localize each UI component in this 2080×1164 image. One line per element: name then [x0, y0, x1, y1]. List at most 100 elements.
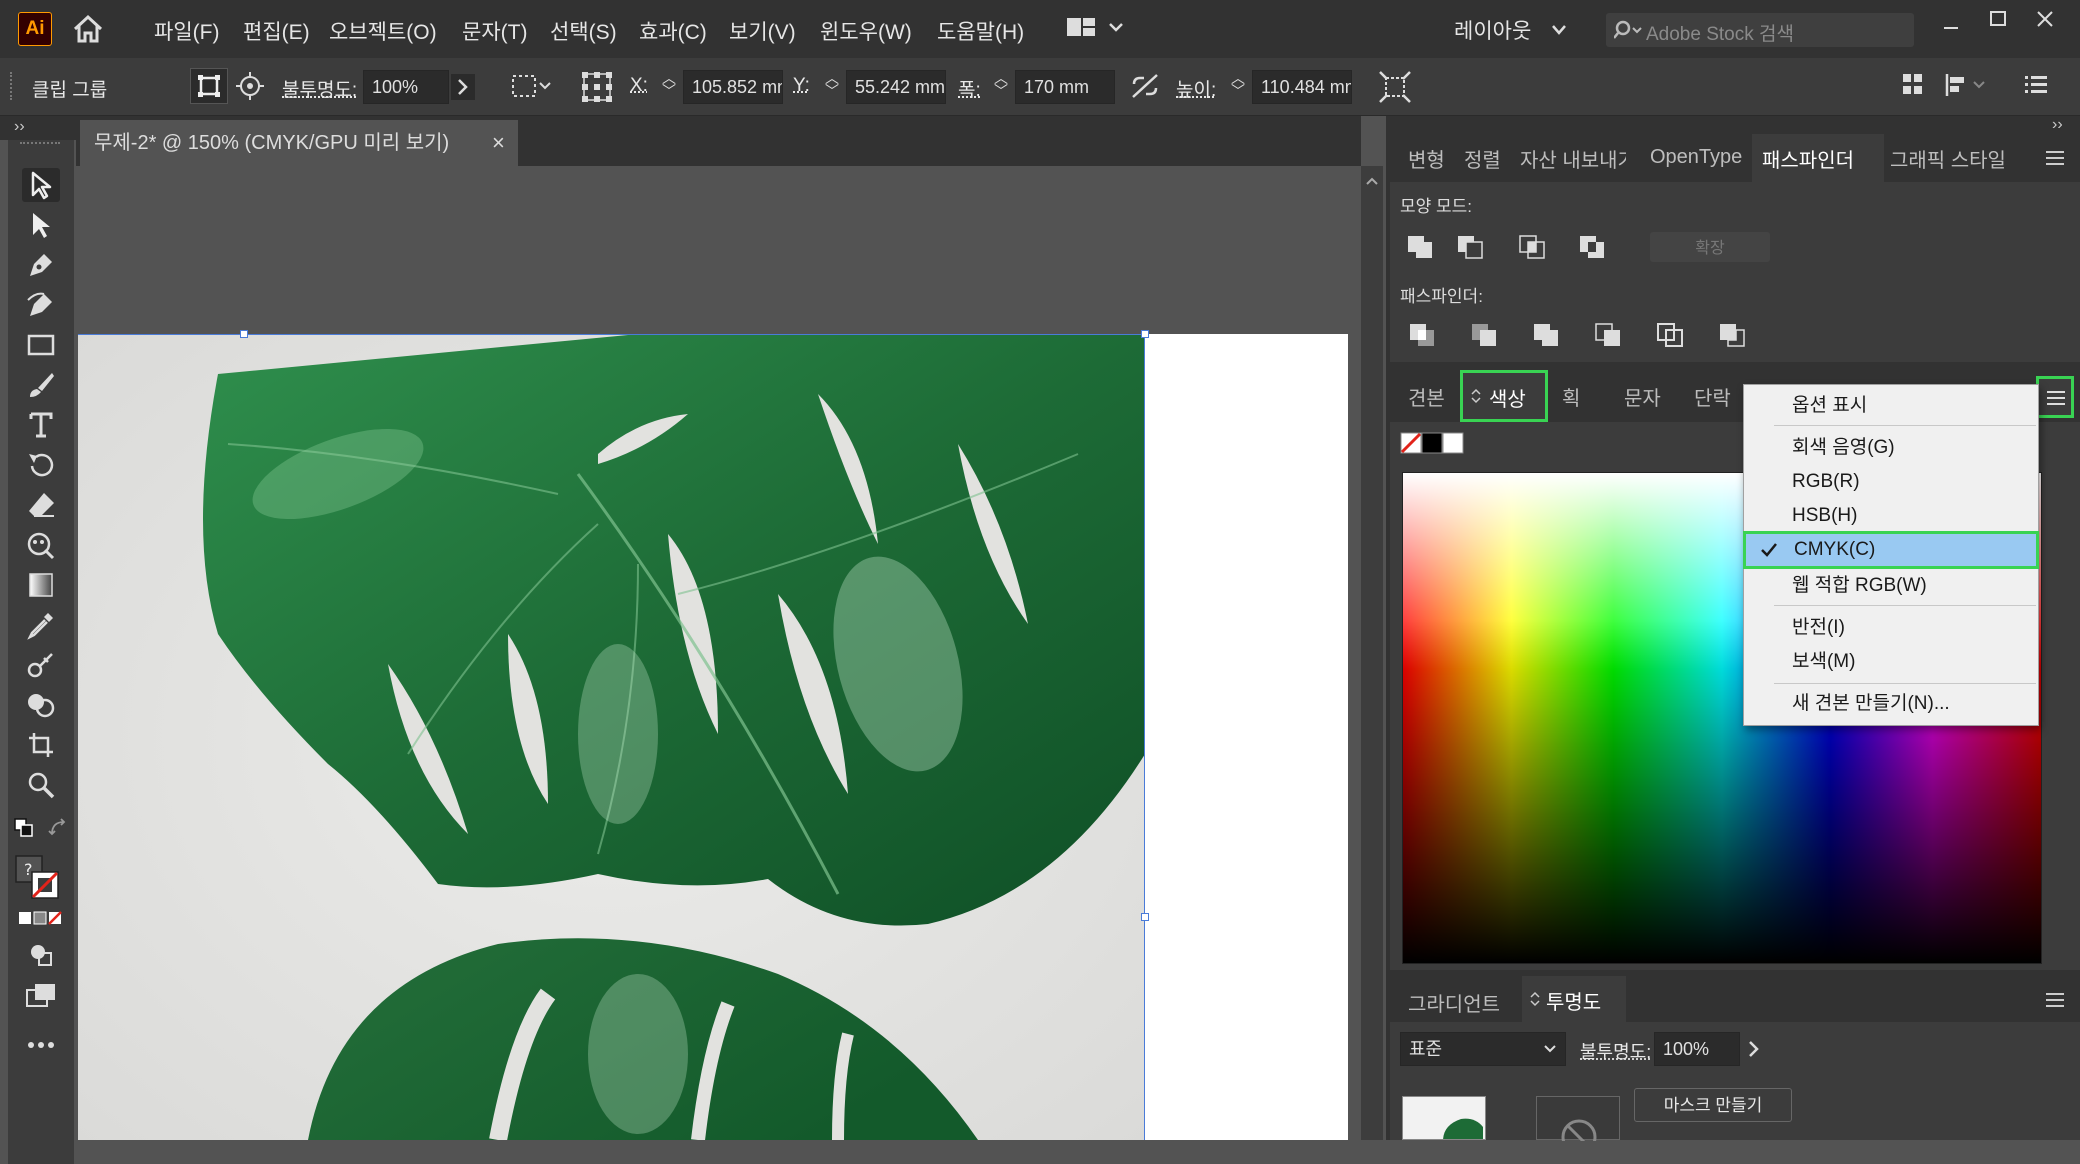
intersect-icon[interactable]	[1518, 234, 1546, 260]
tab-asset-export[interactable]: 자산 내보내기	[1520, 144, 1626, 173]
eraser-tool-icon[interactable]	[22, 488, 60, 522]
blend-mode-select[interactable]: 표준	[1400, 1032, 1566, 1066]
tab-paragraph[interactable]: 단락	[1694, 382, 1731, 411]
document-tab[interactable]: 무제-2* @ 150% (CMYK/GPU 미리 보기) ×	[80, 120, 518, 166]
minus-front-icon[interactable]	[1456, 234, 1484, 260]
options-list-icon[interactable]	[2024, 74, 2048, 96]
fill-stroke-swatch[interactable]: ?	[14, 854, 60, 900]
menu-item-show-options[interactable]: 옵션 표시	[1744, 389, 2038, 423]
selection-handle[interactable]	[1141, 913, 1149, 921]
artboard-tool-icon[interactable]	[22, 728, 60, 762]
tab-gradient[interactable]: 그라디언트	[1408, 988, 1500, 1017]
screen-mode-icon[interactable]	[22, 978, 60, 1012]
menu-item-hsb[interactable]: HSB(H)	[1744, 499, 2038, 533]
more-tools-icon[interactable]	[22, 1028, 60, 1062]
menu-view[interactable]: 보기(V)	[729, 16, 796, 46]
height-input[interactable]: 110.484 mm	[1252, 70, 1352, 104]
crop-icon[interactable]	[1594, 322, 1622, 348]
outline-icon[interactable]	[1656, 322, 1684, 348]
color-mode-icons[interactable]	[18, 910, 64, 926]
draw-mode-icon[interactable]	[22, 938, 60, 972]
edit-clip-path-icon[interactable]	[190, 68, 228, 104]
height-stepper[interactable]: ︿ ﹀	[1230, 71, 1246, 98]
menu-item-create-new-swatch[interactable]: 새 견본 만들기(N)...	[1744, 687, 2038, 721]
none-black-white-swatches[interactable]	[1400, 432, 1466, 456]
make-mask-button[interactable]: 마스크 만들기	[1634, 1088, 1792, 1122]
tab-graphic-styles[interactable]: 그래픽 스타일	[1890, 144, 2012, 173]
menu-window[interactable]: 윈도우(W)	[820, 16, 912, 46]
blend-tool-icon[interactable]	[22, 648, 60, 682]
y-input[interactable]: 55.242 mm	[846, 70, 946, 104]
opacity-input[interactable]: 100%	[363, 70, 449, 104]
tab-align[interactable]: 정렬	[1464, 144, 1501, 173]
selection-tool-icon[interactable]	[22, 168, 60, 202]
menu-item-invert[interactable]: 반전(I)	[1744, 611, 2038, 645]
menu-item-web-safe-rgb[interactable]: 웹 적합 RGB(W)	[1744, 569, 2038, 603]
puppet-warp-tool-icon[interactable]	[22, 528, 60, 562]
constrain-proportions-icon[interactable]	[1130, 72, 1160, 100]
chevron-right-icon[interactable]	[451, 74, 475, 100]
vertical-scrollbar[interactable]	[1361, 166, 1383, 1140]
tab-character[interactable]: 문자	[1624, 382, 1661, 411]
shape-builder-tool-icon[interactable]	[22, 688, 60, 722]
rectangle-tool-icon[interactable]	[22, 328, 60, 362]
tab-transparency[interactable]: 투명도	[1522, 976, 1626, 1022]
scroll-up-icon[interactable]	[1365, 176, 1379, 186]
menu-object[interactable]: 오브젝트(O)	[329, 16, 437, 46]
y-stepper[interactable]: ︿ ﹀	[824, 71, 840, 98]
selection-handle[interactable]	[1141, 330, 1149, 338]
chevron-down-icon[interactable]	[1551, 24, 1567, 36]
menu-item-rgb[interactable]: RGB(R)	[1744, 465, 2038, 499]
menu-select[interactable]: 선택(S)	[550, 16, 617, 46]
panel-menu-icon[interactable]	[2044, 148, 2066, 168]
align-panel-icon[interactable]	[1944, 72, 1990, 98]
menu-item-complement[interactable]: 보색(M)	[1744, 645, 2038, 679]
trim-icon[interactable]	[1470, 322, 1498, 348]
tab-transform[interactable]: 변형	[1408, 144, 1445, 173]
selection-bounding-box[interactable]	[78, 334, 1145, 1140]
paintbrush-tool-icon[interactable]	[22, 368, 60, 402]
menu-effect[interactable]: 효과(C)	[639, 16, 707, 46]
menu-edit[interactable]: 편집(E)	[243, 16, 310, 46]
chevron-right-icon[interactable]	[1744, 1036, 1764, 1062]
tab-swatches[interactable]: 견본	[1408, 382, 1445, 411]
pen-tool-icon[interactable]	[22, 248, 60, 282]
curvature-tool-icon[interactable]	[22, 288, 60, 322]
color-panel-menu-button[interactable]	[2036, 376, 2074, 418]
panel-menu-icon[interactable]	[2044, 990, 2066, 1010]
tab-stroke[interactable]: 획	[1562, 382, 1580, 411]
align-to-icon[interactable]	[510, 72, 554, 100]
rotate-tool-icon[interactable]	[22, 448, 60, 482]
menu-file[interactable]: 파일(F)	[154, 16, 219, 46]
arrange-documents-icon[interactable]	[1066, 16, 1126, 40]
swap-fill-stroke-icon[interactable]	[48, 818, 68, 838]
width-stepper[interactable]: ︿ ﹀	[993, 71, 1009, 98]
divide-icon[interactable]	[1408, 322, 1436, 348]
tab-color[interactable]: 색상	[1460, 370, 1548, 422]
menu-type[interactable]: 문자(T)	[462, 16, 527, 46]
menu-help[interactable]: 도움말(H)	[937, 16, 1024, 46]
x-stepper[interactable]: ︿ ﹀	[661, 71, 677, 98]
exclude-icon[interactable]	[1578, 234, 1606, 260]
merge-icon[interactable]	[1532, 322, 1560, 348]
object-thumbnail[interactable]	[1402, 1096, 1486, 1140]
close-tab-icon[interactable]: ×	[492, 120, 505, 166]
tab-pathfinder[interactable]: 패스파인더	[1752, 134, 1884, 182]
menu-item-grayscale[interactable]: 회색 음영(G)	[1744, 431, 2038, 465]
gradient-tool-icon[interactable]	[22, 568, 60, 602]
maximize-icon[interactable]	[1989, 10, 2007, 28]
transparency-opacity-input[interactable]: 100%	[1654, 1032, 1740, 1066]
tab-opentype[interactable]: OpenType	[1650, 146, 1742, 169]
menu-item-cmyk[interactable]: CMYK(C)	[1743, 531, 2039, 569]
minimize-icon[interactable]	[1942, 18, 1960, 36]
edit-contents-icon[interactable]	[236, 72, 264, 100]
width-input[interactable]: 170 mm	[1015, 70, 1115, 104]
eyedropper-tool-icon[interactable]	[22, 608, 60, 642]
arrange-icon[interactable]	[1901, 72, 1925, 98]
type-tool-icon[interactable]	[22, 408, 60, 442]
selection-handle[interactable]	[240, 330, 248, 338]
minus-back-icon[interactable]	[1718, 322, 1746, 348]
direct-selection-tool-icon[interactable]	[22, 208, 60, 242]
collapse-icon[interactable]: ››	[14, 118, 25, 136]
close-window-icon[interactable]	[2036, 10, 2054, 28]
